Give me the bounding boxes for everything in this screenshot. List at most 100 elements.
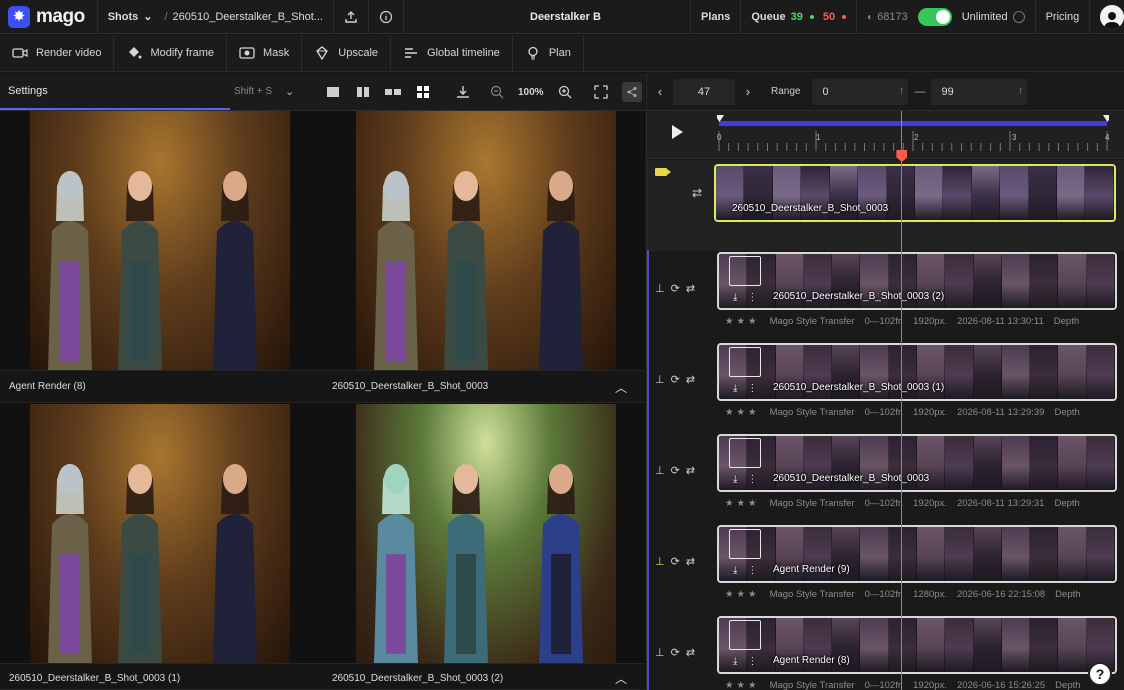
pricing-button[interactable]: Pricing <box>1036 0 1090 34</box>
rating-stars-icon[interactable]: ★★★ <box>725 407 760 418</box>
timeline-ruler[interactable]: 0 1 2 3 4 <box>647 111 1124 159</box>
more-vertical-icon[interactable]: ⋮ <box>747 656 757 667</box>
unlimited-option[interactable]: Unlimited <box>952 0 1035 34</box>
upload-button[interactable] <box>334 0 368 34</box>
range-start-input[interactable]: 0 f <box>812 78 909 105</box>
zoom-out-icon[interactable] <box>488 83 506 101</box>
clip-frame-thumbnail <box>860 527 889 581</box>
meta-mode: Depth <box>1054 498 1080 509</box>
current-frame-input[interactable]: 47 <box>673 78 735 105</box>
track-render[interactable]: ⊥ ⟳ ⇄ ⤓ ⋮ Agent Render (8) ★★★ Mago Style T… <box>647 614 1124 690</box>
modify-frame-tab[interactable]: Modify frame <box>114 35 228 71</box>
swap-icon[interactable]: ⇄ <box>686 555 695 568</box>
unlimited-toggle[interactable] <box>917 8 952 26</box>
clip-keyframe[interactable] <box>729 256 761 286</box>
shots-dropdown[interactable]: Shots ⌄ <box>98 0 163 33</box>
play-icon[interactable] <box>672 125 683 139</box>
clip-keyframe[interactable] <box>729 529 761 559</box>
rating-stars-icon[interactable]: ★★★ <box>725 680 760 690</box>
single-view-icon[interactable] <box>324 83 342 101</box>
clip[interactable]: ⤓ ⋮ Agent Render (8) <box>717 616 1117 674</box>
next-frame-button[interactable]: › <box>735 79 761 105</box>
ruler-area[interactable]: 0 1 2 3 4 <box>717 111 1109 159</box>
repeat-icon[interactable]: ⟳ <box>671 282 680 295</box>
pin-icon[interactable]: ⊥ <box>655 555 665 568</box>
pin-icon[interactable]: ⊥ <box>655 373 665 386</box>
settings-tab[interactable]: Settings <box>0 73 230 110</box>
more-vertical-icon[interactable]: ⋮ <box>747 292 757 303</box>
repeat-icon[interactable]: ⟳ <box>671 464 680 477</box>
queue-running-count: 39 <box>790 11 803 23</box>
mask-tab[interactable]: Mask <box>227 35 303 71</box>
info-button[interactable] <box>369 0 403 34</box>
track-render[interactable]: ⊥ ⟳ ⇄ ⤓ ⋮ 260510_Deerstalker_B_Shot_0003 (2… <box>647 250 1124 341</box>
upscale-tab[interactable]: Upscale <box>302 35 392 71</box>
rating-stars-icon[interactable]: ★★★ <box>725 498 760 509</box>
fit-screen-icon[interactable] <box>592 83 610 101</box>
track-source[interactable]: ⇄ 260510_Deerstalker_B_Shot_0003 <box>647 160 1124 251</box>
track-render[interactable]: ⊥ ⟳ ⇄ ⤓ ⋮ 260510_Deerstalker_B_Shot_0003 ★★… <box>647 432 1124 523</box>
side-by-side-icon[interactable] <box>384 83 402 101</box>
swap-icon[interactable]: ⇄ <box>692 186 702 200</box>
swap-icon[interactable]: ⇄ <box>686 282 695 295</box>
share-button[interactable] <box>621 82 642 102</box>
clip-label: 260510_Deerstalker_B_Shot_0003 <box>732 203 889 214</box>
chevron-down-icon[interactable]: ⌄ <box>285 85 294 98</box>
rating-stars-icon[interactable]: ★★★ <box>725 316 760 327</box>
clip-frame-thumbnail <box>1001 527 1031 581</box>
preview-image-agent-render-8[interactable] <box>30 111 290 371</box>
clip-source[interactable]: 260510_Deerstalker_B_Shot_0003 <box>714 164 1116 222</box>
track-render[interactable]: ⊥ ⟳ ⇄ ⤓ ⋮ Agent Render (9) ★★★ Mago Style T… <box>647 523 1124 614</box>
plans-button[interactable]: Plans <box>691 0 740 34</box>
clip[interactable]: ⤓ ⋮ Agent Render (9) <box>717 525 1117 583</box>
clip[interactable]: ⤓ ⋮ 260510_Deerstalker_B_Shot_0003 (1) <box>717 343 1117 401</box>
swap-icon[interactable]: ⇄ <box>686 646 695 659</box>
more-vertical-icon[interactable]: ⋮ <box>747 474 757 485</box>
chevron-up-icon[interactable]: ︿ <box>615 379 627 396</box>
more-vertical-icon[interactable]: ⋮ <box>747 383 757 394</box>
pin-icon[interactable]: ⊥ <box>655 646 665 659</box>
chevron-up-icon[interactable]: ︿ <box>615 670 627 687</box>
preview-image-shot-0003[interactable] <box>356 111 616 371</box>
download-icon[interactable]: ⤓ <box>733 565 737 576</box>
clip-keyframe[interactable] <box>729 620 761 650</box>
render-video-tab[interactable]: Render video <box>0 35 115 71</box>
prev-frame-button[interactable]: ‹ <box>647 79 673 105</box>
more-vertical-icon[interactable]: ⋮ <box>747 565 757 576</box>
download-icon[interactable] <box>454 83 472 101</box>
track-render[interactable]: ⊥ ⟳ ⇄ ⤓ ⋮ 260510_Deerstalker_B_Shot_0003 (1… <box>647 341 1124 432</box>
clip-keyframe[interactable] <box>729 347 761 377</box>
repeat-icon[interactable]: ⟳ <box>671 555 680 568</box>
clip-keyframe[interactable] <box>729 438 761 468</box>
global-timeline-tab[interactable]: Global timeline <box>391 35 513 71</box>
preview-image-shot-0003-1[interactable] <box>30 404 290 664</box>
split-view-icon[interactable] <box>354 83 372 101</box>
clip[interactable]: ⤓ ⋮ 260510_Deerstalker_B_Shot_0003 (2) <box>717 252 1117 310</box>
download-icon[interactable]: ⤓ <box>733 383 737 394</box>
characters-illustration <box>374 171 583 371</box>
help-button[interactable]: ? <box>1088 662 1112 686</box>
swap-icon[interactable]: ⇄ <box>686 464 695 477</box>
clip[interactable]: ⤓ ⋮ 260510_Deerstalker_B_Shot_0003 <box>717 434 1117 492</box>
rating-stars-icon[interactable]: ★★★ <box>725 589 760 600</box>
queue-button[interactable]: Queue 39 50 <box>741 0 856 34</box>
download-icon[interactable]: ⤓ <box>733 474 737 485</box>
grid-view-icon[interactable] <box>414 83 432 101</box>
clip-label: 260510_Deerstalker_B_Shot_0003 (2) <box>773 291 945 302</box>
playhead[interactable] <box>901 111 903 690</box>
plan-tab[interactable]: Plan <box>513 35 584 71</box>
breadcrumb-shot[interactable]: 260510_Deerstalker_B_Shot... <box>173 11 323 23</box>
pin-icon[interactable]: ⊥ <box>655 282 665 295</box>
repeat-icon[interactable]: ⟳ <box>671 646 680 659</box>
preview-image-shot-0003-2[interactable] <box>356 404 616 664</box>
tool-bar: Render video Modify frame Mask Upscale G… <box>0 35 1124 72</box>
logo[interactable]: ✸ mago <box>0 0 97 33</box>
download-icon[interactable]: ⤓ <box>733 292 737 303</box>
repeat-icon[interactable]: ⟳ <box>671 373 680 386</box>
account-button[interactable] <box>1090 0 1124 34</box>
download-icon[interactable]: ⤓ <box>733 656 737 667</box>
pin-icon[interactable]: ⊥ <box>655 464 665 477</box>
range-end-input[interactable]: 99 f <box>931 78 1028 105</box>
zoom-in-icon[interactable] <box>556 83 574 101</box>
swap-icon[interactable]: ⇄ <box>686 373 695 386</box>
